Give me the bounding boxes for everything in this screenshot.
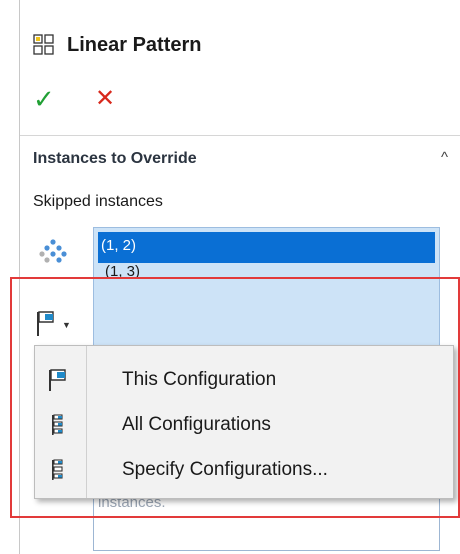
header-divider — [20, 135, 460, 136]
action-row: ✓ ✕ — [33, 86, 115, 113]
ok-button[interactable]: ✓ — [33, 86, 63, 112]
list-item[interactable]: (1, 2) — [98, 232, 435, 263]
pattern-instances-icon — [39, 239, 67, 263]
linear-pattern-icon — [33, 34, 54, 55]
cancel-button[interactable]: ✕ — [95, 86, 115, 112]
highlight-annotation-box — [10, 277, 460, 518]
page-title: Linear Pattern — [67, 33, 202, 56]
skipped-instances-label: Skipped instances — [33, 193, 163, 210]
panel-header: Linear Pattern — [33, 28, 201, 62]
section-title: Instances to Override — [33, 150, 197, 167]
collapse-chevron-icon[interactable]: ^ — [441, 149, 448, 166]
